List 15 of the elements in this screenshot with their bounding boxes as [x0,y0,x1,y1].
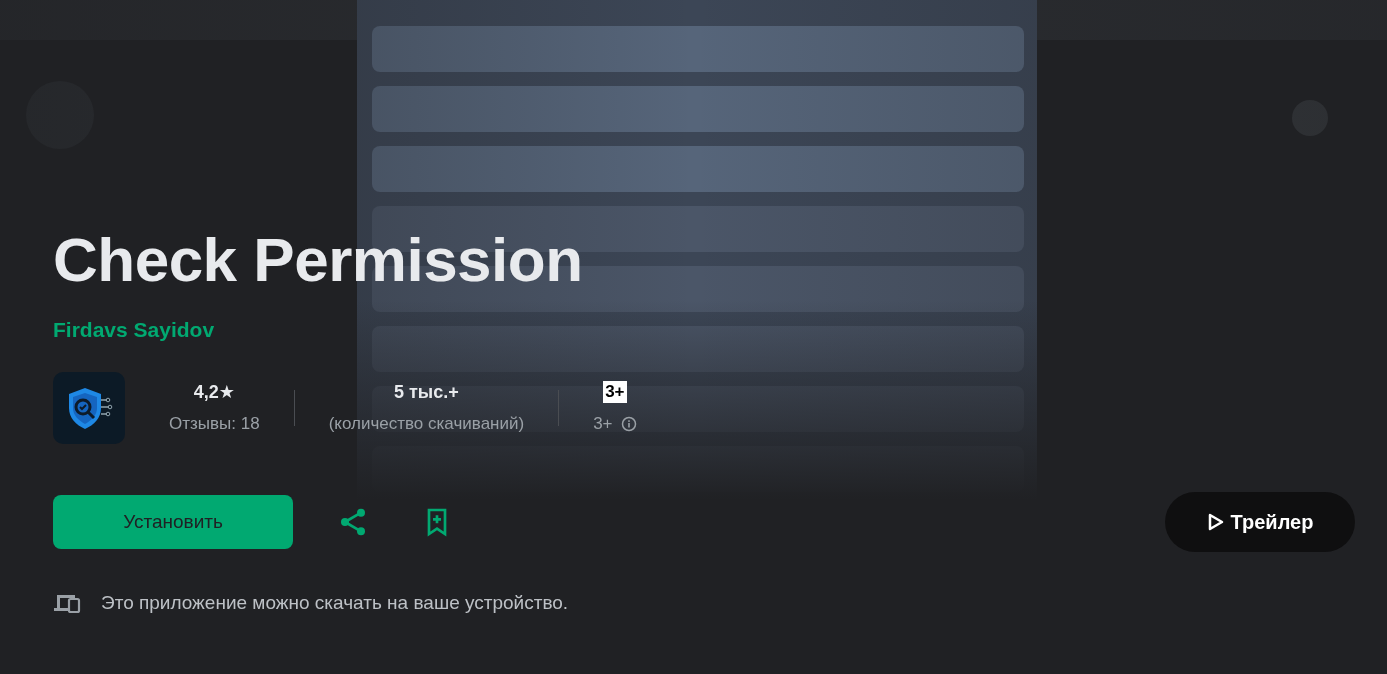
downloads-label: (количество скачиваний) [328,413,525,435]
age-rating-label: 3+ [593,413,613,435]
app-title: Check Permission [53,224,584,296]
downloads-value: 5 тыс.+ [394,381,459,403]
devices-icon [53,592,81,614]
app-icon [53,372,125,444]
developer-link[interactable]: Firdavs Sayidov [53,318,215,342]
info-icon[interactable] [620,416,637,432]
age-rating-badge: 3+ [603,381,627,403]
reviews-count: Отзывы: 18 [169,413,260,435]
trailer-button[interactable]: Трейлер [1165,492,1355,552]
rating-value: 4,2★ [193,381,235,403]
availability-text: Это приложение можно скачать на ваше устройство. [101,592,569,614]
play-icon [1206,512,1225,532]
install-button[interactable]: Установить [53,495,293,549]
